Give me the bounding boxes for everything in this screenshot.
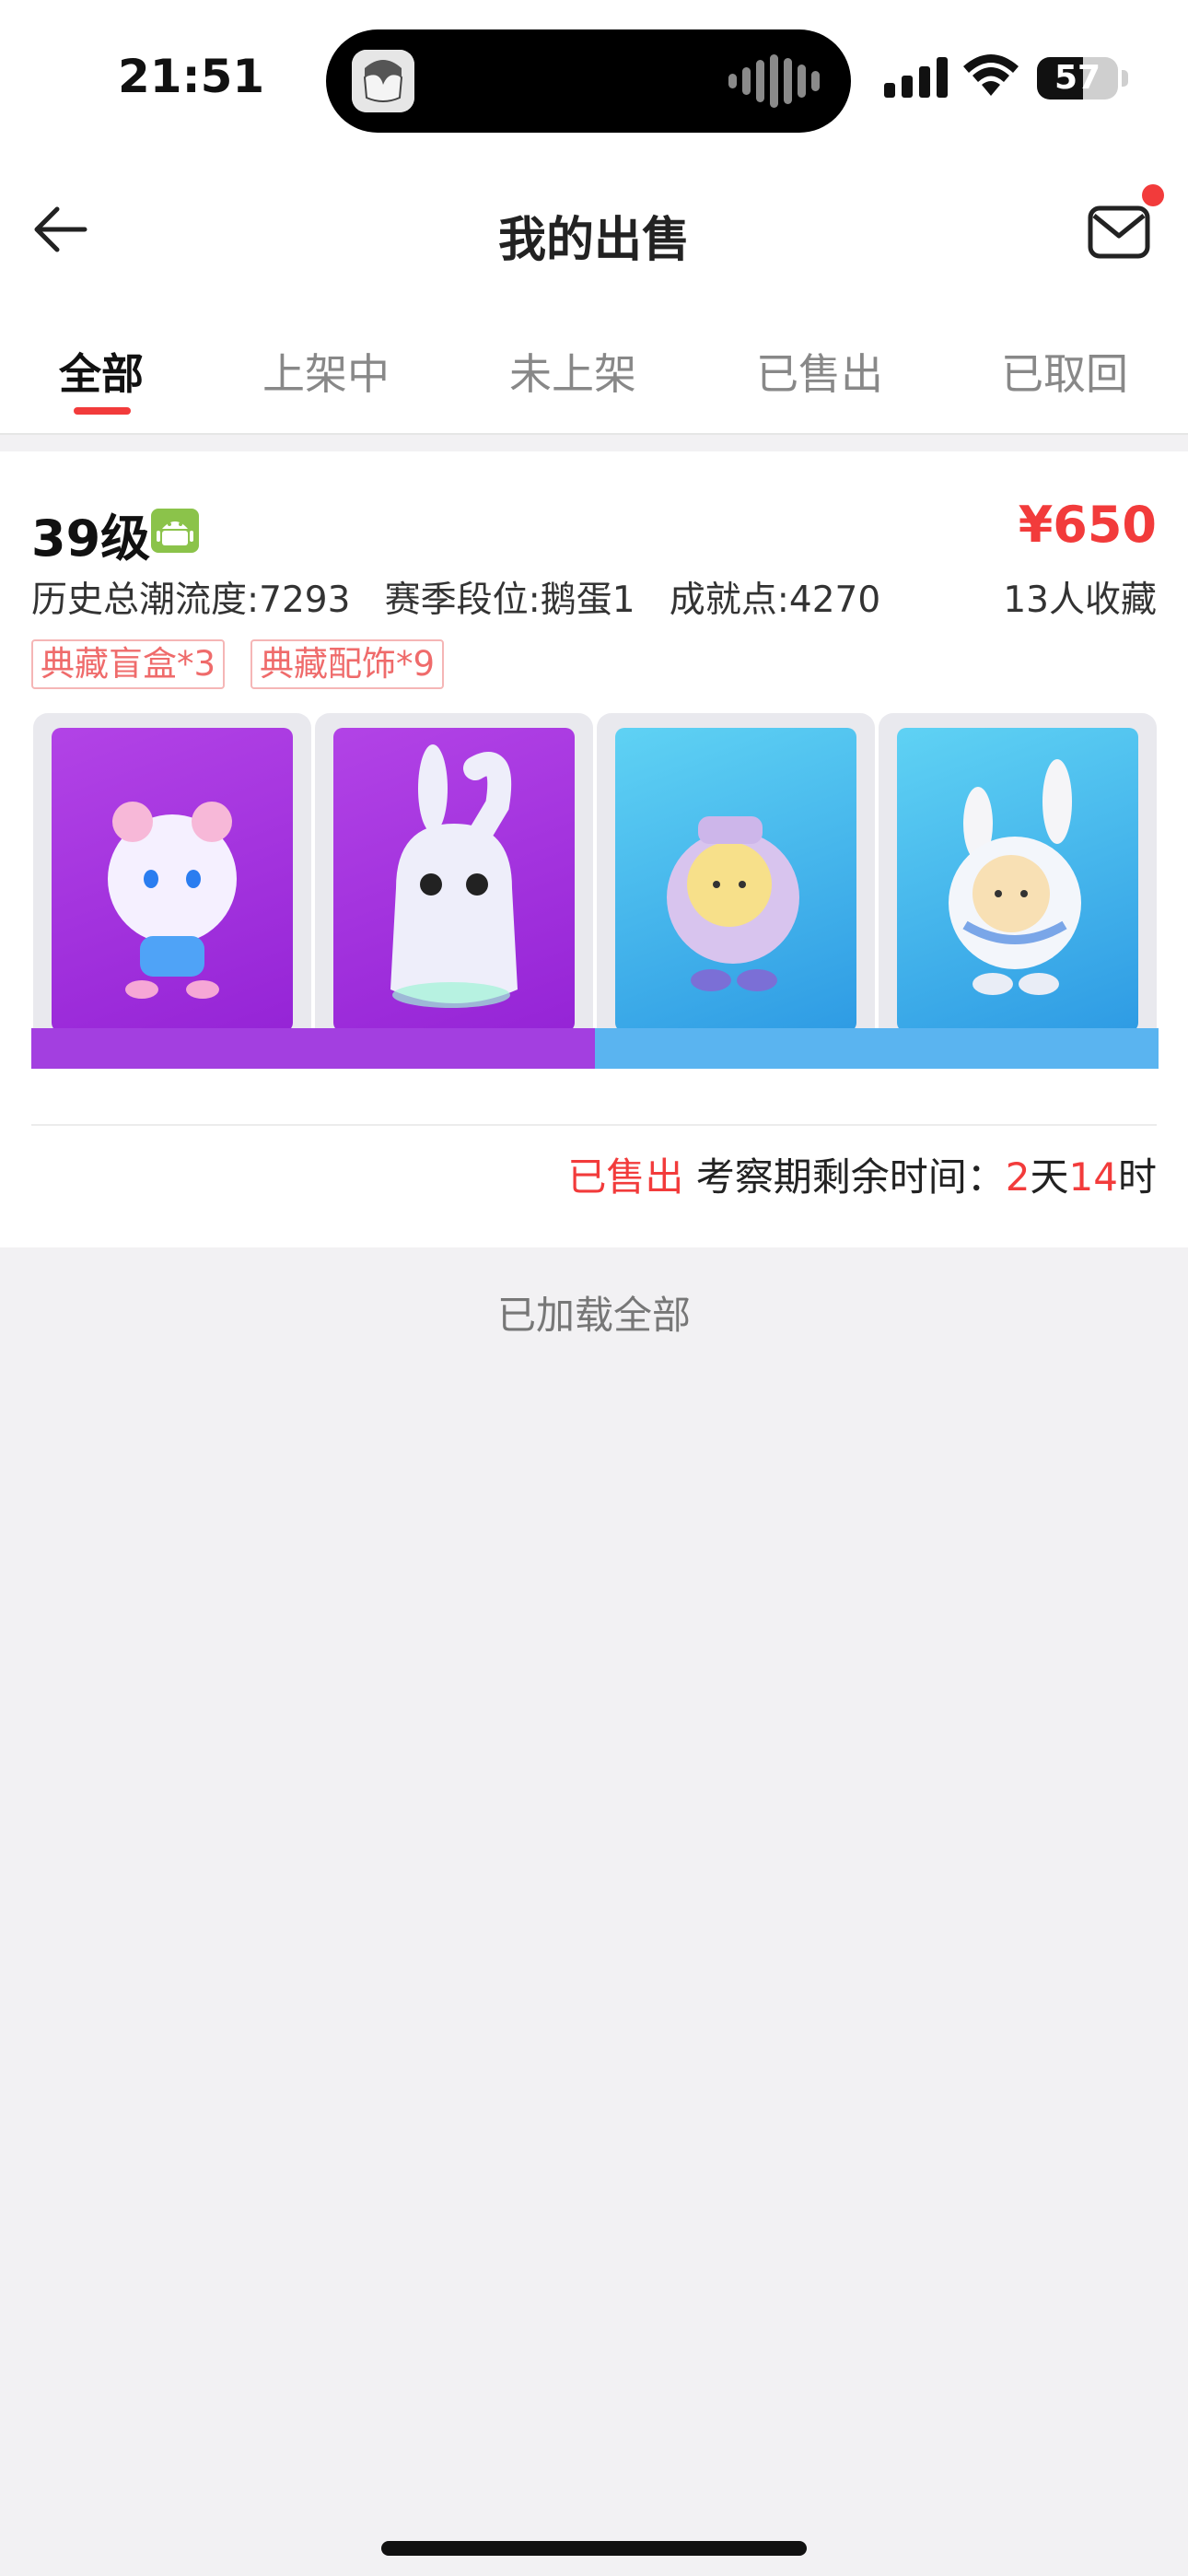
sale-status: 已售出 考察期剩余时间：2天14时 [567,1146,1157,1202]
filter-tabs: 全部 上架中 未上架 已售出 已取回 [0,304,1188,435]
review-hours: 14 [1068,1154,1118,1200]
now-playing-thumbnail [352,50,414,112]
navigation-bar: 我的出售 [0,157,1188,304]
page-title: 我的出售 [497,213,690,268]
tab-listed[interactable]: 上架中 [234,341,418,402]
tag-accessory: 典藏配饰*9 [250,639,445,689]
dynamic-island[interactable] [326,29,851,133]
days-unit: 天 [1030,1154,1069,1200]
hours-unit: 时 [1117,1154,1157,1200]
mail-icon[interactable] [1087,205,1151,260]
battery-tip [1122,70,1128,87]
item-card[interactable] [31,713,313,1069]
cellular-signal-icon [884,57,948,98]
listing-price: ¥650 [1018,496,1157,554]
account-stats: 历史总潮流度:7293 赛季段位:鹅蛋1 成就点:4270 [31,571,880,623]
battery-icon: 57 [1037,57,1118,100]
review-period-label: 考察期剩余时间： [695,1154,1006,1200]
stat-history: 历史总潮流度:7293 [31,580,351,621]
ghost-bunny-figure [390,744,518,1008]
item-card[interactable] [313,713,595,1069]
tag-blindbox: 典藏盲盒*3 [31,639,226,689]
loaded-all-message: 已加载全部 [496,1293,691,1338]
status-time: 21:51 [118,50,265,103]
status-bar: 21:51 57 [0,0,1188,157]
pink-bear-figure [108,802,237,999]
home-indicator[interactable] [381,2541,807,2556]
listing-card[interactable]: 39级 ¥650 历史总潮流度:7293 赛季段位:鹅蛋1 成就点:4270 1… [0,451,1188,1247]
stat-season: 赛季段位:鹅蛋1 [384,580,635,621]
audio-wave-icon [728,53,820,109]
sold-label: 已售出 [567,1154,684,1200]
purple-egg-figure [667,816,799,991]
active-tab-indicator [74,407,131,415]
item-card[interactable] [877,713,1159,1069]
unread-badge [1142,184,1164,206]
favorites-count: 13人收藏 [1003,580,1157,621]
account-level: 39级 [31,509,151,568]
android-icon [151,509,199,553]
wifi-icon [963,54,1019,96]
tab-retrieved[interactable]: 已取回 [973,341,1157,402]
tab-unlisted[interactable]: 未上架 [481,341,665,402]
stat-achievement: 成就点:4270 [669,580,881,621]
tab-sold[interactable]: 已售出 [728,341,912,402]
item-card[interactable] [595,713,877,1069]
divider [31,1124,1157,1126]
item-image-strip[interactable] [31,713,1159,1069]
tab-all[interactable]: 全部 [9,341,193,402]
cake-bunny-figure [949,759,1081,995]
review-days: 2 [1005,1154,1031,1200]
